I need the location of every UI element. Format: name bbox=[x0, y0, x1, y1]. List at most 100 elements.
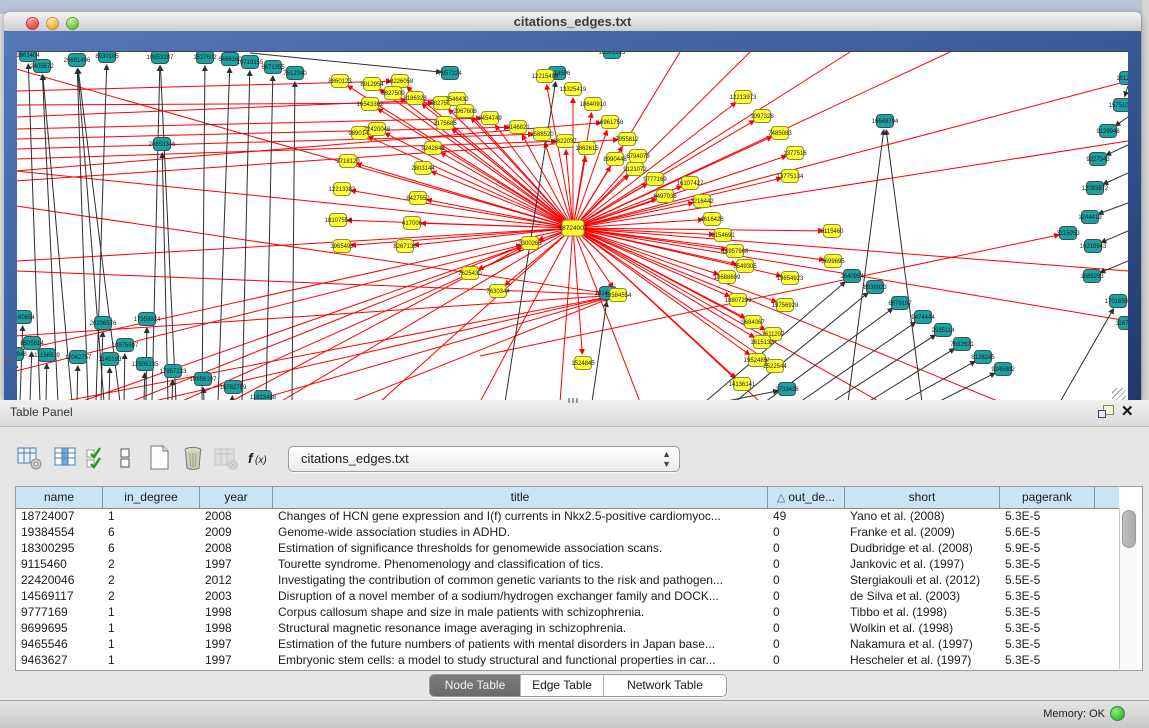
graph-node[interactable]: 20853346 bbox=[149, 138, 176, 151]
graph-node[interactable]: 9227343 bbox=[1086, 153, 1110, 166]
graph-node[interactable]: 1244419 bbox=[1078, 211, 1102, 224]
table-options-button[interactable] bbox=[16, 444, 44, 472]
graph-node[interactable]: 18107554 bbox=[325, 214, 352, 227]
table-panel-header[interactable]: Table Panel ✕ bbox=[0, 400, 1149, 427]
graph-node[interactable]: 12213383 bbox=[329, 183, 356, 196]
graph-node[interactable]: 8549305 bbox=[733, 260, 757, 273]
graph-node[interactable]: 18957968 bbox=[722, 245, 749, 258]
graph-node[interactable]: 1546432 bbox=[445, 93, 469, 106]
column-header-in_degree[interactable]: in_degree bbox=[103, 487, 200, 508]
column-header-short[interactable]: short bbox=[845, 487, 1000, 508]
column-header-title[interactable]: title bbox=[273, 487, 768, 508]
close-panel-button[interactable]: ✕ bbox=[1121, 403, 1134, 421]
graph-node[interactable]: 1589293 bbox=[1080, 270, 1104, 283]
tab-network-table[interactable]: Network Table bbox=[604, 675, 726, 696]
graph-node[interactable]: 6497038 bbox=[653, 190, 677, 203]
graph-node[interactable]: 1862615 bbox=[575, 142, 599, 155]
graph-node[interactable]: 1640954 bbox=[840, 270, 864, 283]
table-row[interactable]: 1938455462009Genome-wide association stu… bbox=[16, 524, 1116, 540]
column-header-pagerank[interactable]: pagerank bbox=[1000, 487, 1095, 508]
graph-node[interactable]: 2160654 bbox=[17, 311, 35, 324]
table-scrollbar[interactable] bbox=[1119, 508, 1137, 669]
table-row[interactable]: 911546021997Tourette syndrome. Phenomeno… bbox=[16, 556, 1116, 572]
table-row[interactable]: 946362711997Embryonic stem cells: a mode… bbox=[16, 652, 1116, 668]
splitter-handle[interactable] bbox=[568, 398, 578, 403]
graph-node[interactable]: 1167533 bbox=[1116, 317, 1128, 330]
graph-node[interactable]: 1097328 bbox=[750, 110, 774, 123]
graph-node[interactable]: 9129946 bbox=[1096, 125, 1120, 138]
graph-node[interactable]: 3216442 bbox=[690, 195, 714, 208]
graph-node[interactable]: 2967608 bbox=[453, 105, 477, 118]
graph-node[interactable]: 10653287 bbox=[147, 52, 174, 64]
graph-node[interactable]: 4616426 bbox=[700, 213, 724, 226]
graph-node[interactable]: 2300263 bbox=[518, 237, 542, 250]
graph-node[interactable]: 13325419 bbox=[560, 83, 587, 96]
graph-node[interactable]: 9121072 bbox=[623, 163, 647, 176]
graph-node[interactable]: 8427552 bbox=[406, 192, 430, 205]
graph-node[interactable]: 6794078 bbox=[626, 150, 650, 163]
graph-node[interactable]: 3215953 bbox=[1056, 227, 1080, 240]
graph-node[interactable]: 7957224 bbox=[438, 67, 462, 80]
graph-node[interactable]: 8505614 bbox=[20, 337, 44, 350]
graph-node[interactable]: 7630344 bbox=[486, 285, 510, 298]
graph-node[interactable]: 15751074 bbox=[1109, 99, 1128, 112]
graph-node[interactable]: 9684067 bbox=[741, 316, 765, 329]
graph-node[interactable]: 1588520 bbox=[530, 128, 554, 141]
tab-node-table[interactable]: Node Table bbox=[430, 675, 521, 696]
memory-ok-indicator[interactable] bbox=[1110, 706, 1125, 721]
window-titlebar[interactable]: citations_edges.txt bbox=[4, 12, 1141, 32]
graph-node[interactable]: 18640910 bbox=[580, 98, 607, 111]
panel-collapse-arrow-icon[interactable] bbox=[4, 357, 10, 365]
graph-node[interactable]: 7485083 bbox=[768, 127, 792, 140]
graph-node[interactable]: 20691406 bbox=[64, 54, 91, 67]
graph-node[interactable]: 2405572 bbox=[30, 60, 54, 73]
graph-node[interactable]: 17359924 bbox=[134, 313, 161, 326]
graph-node[interactable]: 8990448 bbox=[603, 153, 627, 166]
column-header-year[interactable]: year bbox=[200, 487, 273, 508]
table-row[interactable]: 2242004622012Investigating the contribut… bbox=[16, 572, 1116, 588]
graph-node[interactable]: 17016504 bbox=[1105, 295, 1128, 308]
table-row[interactable]: 1456911722003Disruption of a novel membe… bbox=[16, 588, 1116, 604]
row-height-button[interactable] bbox=[118, 444, 132, 472]
graph-node[interactable]: 3175685 bbox=[433, 117, 457, 130]
graph-node[interactable]: 8267130 bbox=[393, 240, 417, 253]
graph-node[interactable]: 7625430 bbox=[458, 267, 482, 280]
graph-node[interactable]: 19654923 bbox=[777, 272, 804, 285]
graph-node[interactable]: 2522544 bbox=[763, 360, 787, 373]
graph-node[interactable]: 2803144 bbox=[411, 162, 435, 175]
graph-node[interactable]: 8912954 bbox=[360, 78, 384, 91]
graph-node[interactable]: 18724007 bbox=[559, 220, 588, 236]
float-panel-button[interactable] bbox=[1098, 405, 1114, 420]
graph-node[interactable]: 1377516 bbox=[783, 147, 807, 160]
graph-node[interactable]: 16648794 bbox=[872, 115, 899, 128]
citation-network-graph[interactable]: 1861404240557220691406893010510653287152… bbox=[17, 52, 1128, 402]
graph-node[interactable]: 13775134 bbox=[777, 170, 804, 183]
graph-node[interactable]: 10958107 bbox=[190, 373, 217, 386]
graph-node[interactable]: 417006 bbox=[402, 217, 423, 230]
graph-node[interactable]: 1145193 bbox=[99, 353, 123, 366]
graph-node[interactable]: 1512404 bbox=[1116, 72, 1128, 85]
table-row[interactable]: 1830029562008Estimation of significance … bbox=[16, 540, 1116, 556]
graph-node[interactable]: 6879197 bbox=[888, 297, 912, 310]
graph-node[interactable]: 8860123 bbox=[328, 75, 352, 88]
graph-node[interactable]: 2935114 bbox=[932, 324, 956, 337]
graph-node[interactable]: 9827509 bbox=[381, 87, 405, 100]
table-row[interactable]: 969969511998Structural magnetic resonanc… bbox=[16, 620, 1116, 636]
graph-node[interactable]: 17957233 bbox=[160, 365, 187, 378]
graph-node[interactable]: 7632621 bbox=[950, 338, 974, 351]
graph-node[interactable]: 9699695 bbox=[821, 255, 845, 268]
table-row[interactable]: 977716911998Corpus callosum shape and si… bbox=[16, 604, 1116, 620]
graph-node[interactable]: 1965493 bbox=[330, 240, 354, 253]
graph-node[interactable]: 1733426 bbox=[775, 383, 799, 396]
graph-node[interactable]: 9115460 bbox=[821, 225, 845, 238]
graph-node[interactable]: 10688609 bbox=[714, 271, 741, 284]
graph-node[interactable]: 16961758 bbox=[597, 116, 624, 129]
graph-node[interactable]: 9474444 bbox=[911, 311, 935, 324]
graph-node[interactable]: 8454749 bbox=[478, 112, 502, 125]
graph-node[interactable]: 12213973 bbox=[730, 91, 757, 104]
graph-node[interactable]: 2718129 bbox=[336, 155, 360, 168]
graph-node[interactable]: 1524845 bbox=[571, 357, 595, 370]
graph-node[interactable]: 8938923 bbox=[863, 281, 887, 294]
graph-node[interactable]: 12505135 bbox=[132, 358, 159, 371]
graph-node[interactable]: 9154691 bbox=[711, 229, 735, 242]
